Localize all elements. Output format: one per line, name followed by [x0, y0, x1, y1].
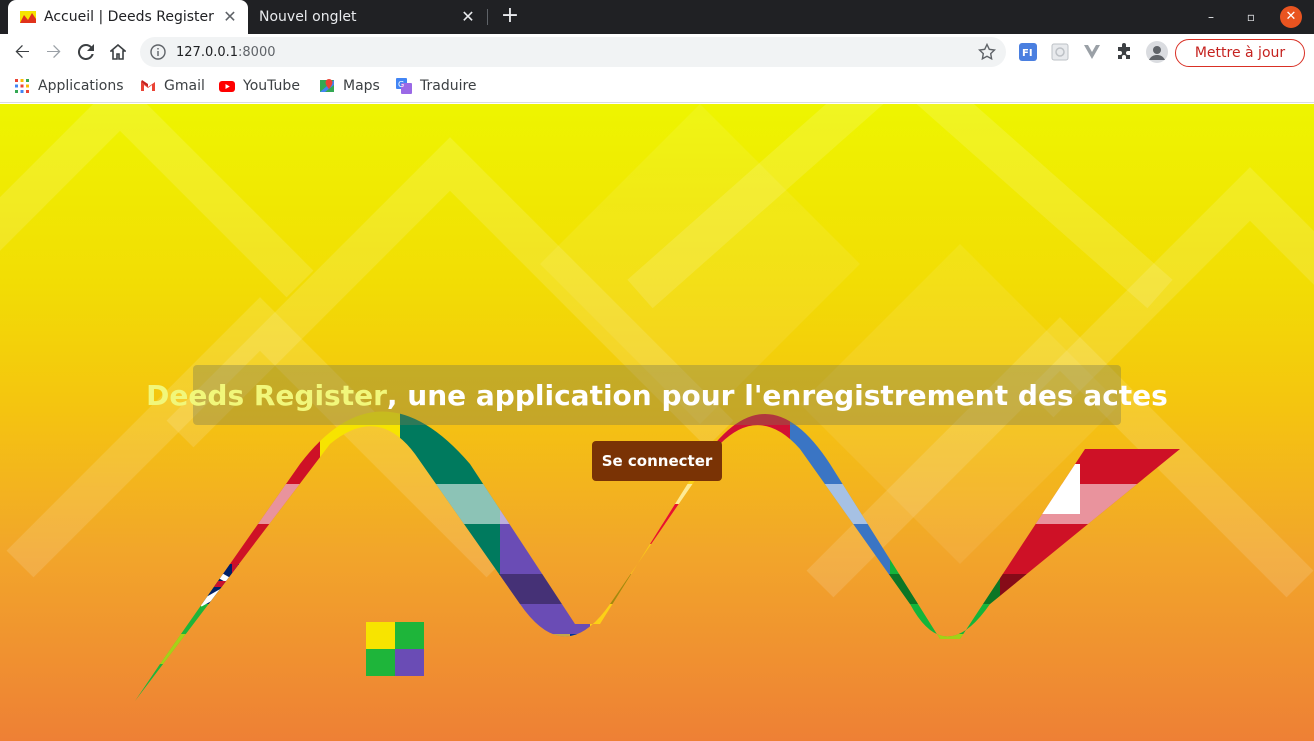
extensions-puzzle-icon[interactable]	[1115, 43, 1133, 61]
reload-icon	[78, 44, 94, 60]
flag-fragment	[366, 622, 395, 649]
deeds-favicon-icon	[20, 11, 36, 23]
home-button[interactable]	[104, 38, 132, 66]
minimize-button[interactable]: –	[1200, 6, 1222, 28]
bookmark-star-icon[interactable]	[978, 43, 996, 61]
window-close-button[interactable]: ✕	[1280, 6, 1302, 28]
tab-title: Nouvel onglet	[259, 9, 357, 25]
tab-close-icon[interactable]: ✕	[220, 7, 240, 27]
maps-icon	[320, 79, 334, 92]
bookmark-traduire[interactable]: G Traduire	[396, 76, 477, 96]
grid-extension-icon[interactable]	[1051, 43, 1069, 61]
profile-avatar-icon[interactable]	[1146, 41, 1168, 63]
forward-button[interactable]	[40, 38, 68, 66]
hero-headline: Deeds Register, une application pour l'e…	[146, 365, 1168, 425]
back-arrow-icon	[15, 45, 29, 58]
tab-separator	[487, 9, 488, 25]
brand-name: Deeds Register	[146, 378, 387, 412]
tab-accueil[interactable]: Accueil | Deeds Register ✕	[8, 0, 248, 34]
apps-grid-icon	[15, 79, 29, 93]
login-button[interactable]: Se connecter	[592, 441, 722, 481]
home-icon	[110, 44, 126, 60]
hero-tagline: , une application pour l'enregistrement …	[386, 378, 1168, 412]
toolbar: 127.0.0.1:8000 FI Mettre à jour	[0, 34, 1314, 70]
bookmark-label: Applications	[38, 78, 124, 94]
url-port: :8000	[238, 44, 276, 60]
new-tab-button[interactable]: +	[498, 5, 522, 29]
bookmark-youtube[interactable]: YouTube	[219, 76, 300, 96]
forward-arrow-icon	[47, 45, 61, 58]
reload-button[interactable]	[72, 38, 100, 66]
tab-close-icon[interactable]: ✕	[458, 7, 478, 27]
flag-fragment	[395, 649, 424, 676]
maximize-button[interactable]: ▫	[1240, 6, 1262, 28]
bookmark-gmail[interactable]: Gmail	[140, 76, 205, 96]
youtube-icon	[219, 81, 235, 92]
info-icon[interactable]	[150, 44, 166, 60]
bookmark-maps[interactable]: Maps	[319, 76, 380, 96]
svg-text:G: G	[398, 80, 404, 89]
svg-text:FI: FI	[1022, 48, 1033, 59]
tab-title: Accueil | Deeds Register	[44, 9, 214, 25]
bookmark-label: Traduire	[420, 78, 477, 94]
fi-extension-icon[interactable]: FI	[1019, 43, 1037, 61]
bookmark-label: Maps	[343, 78, 380, 94]
bookmarks-bar: Applications Gmail YouTube Maps G Tradui…	[0, 70, 1314, 103]
back-button[interactable]	[8, 38, 36, 66]
bookmark-label: Gmail	[164, 78, 205, 94]
url-host: 127.0.0.1	[176, 44, 239, 60]
update-button[interactable]: Mettre à jour	[1175, 39, 1305, 67]
translate-icon: G	[396, 78, 412, 94]
address-bar[interactable]: 127.0.0.1:8000	[140, 37, 1006, 67]
vue-devtools-icon[interactable]	[1083, 43, 1101, 61]
page-content: Deeds Register, une application pour l'e…	[0, 104, 1314, 741]
bookmark-applications[interactable]: Applications	[14, 76, 124, 96]
gmail-icon	[141, 80, 155, 91]
bookmark-label: YouTube	[243, 78, 300, 94]
tab-nouvel-onglet[interactable]: Nouvel onglet ✕	[250, 0, 486, 34]
tab-strip: Accueil | Deeds Register ✕ Nouvel onglet…	[0, 0, 1314, 34]
